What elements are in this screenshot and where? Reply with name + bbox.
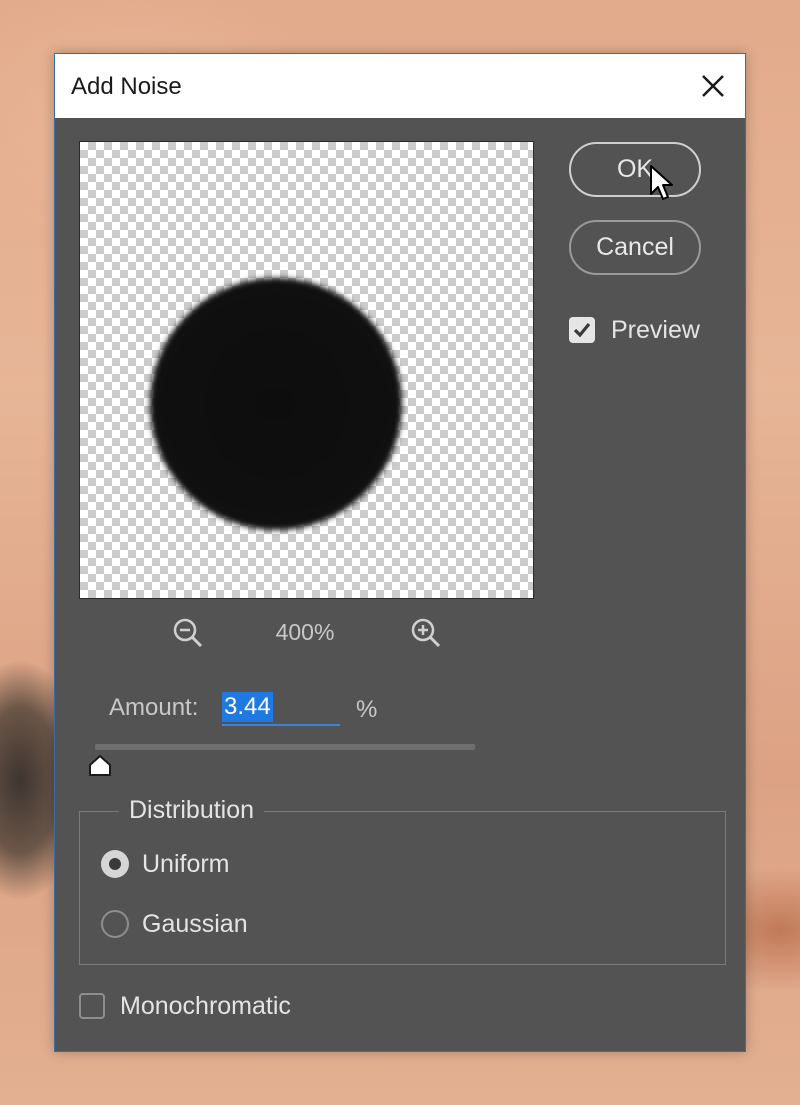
monochromatic-label: Monochromatic xyxy=(120,992,291,1020)
preview-label: Preview xyxy=(611,316,700,344)
gaussian-radio[interactable] xyxy=(101,910,129,938)
zoom-in-button[interactable] xyxy=(409,616,443,650)
ok-button[interactable]: OK xyxy=(569,142,701,197)
amount-unit: % xyxy=(356,696,378,723)
mouse-cursor-icon xyxy=(650,165,673,200)
distribution-legend: Distribution xyxy=(119,796,265,825)
close-icon xyxy=(702,75,724,97)
amount-label: Amount: xyxy=(109,694,199,721)
amount-value: 3.44 xyxy=(222,692,273,722)
checkmark-icon xyxy=(573,322,591,338)
close-button[interactable] xyxy=(693,66,733,106)
zoom-out-icon xyxy=(173,618,203,648)
amount-slider-track[interactable] xyxy=(95,744,475,750)
add-noise-dialog: Add Noise 400% OK Cancel Preview Amount:… xyxy=(54,53,746,1052)
zoom-out-button[interactable] xyxy=(171,616,205,650)
zoom-in-icon xyxy=(411,618,441,648)
monochromatic-checkbox[interactable] xyxy=(79,993,105,1019)
preview-checkbox[interactable] xyxy=(569,317,595,343)
uniform-label: Uniform xyxy=(142,850,230,878)
distribution-group xyxy=(79,811,726,965)
zoom-level: 400% xyxy=(275,619,335,645)
amount-slider-thumb[interactable] xyxy=(88,754,112,778)
preview-pane[interactable] xyxy=(79,141,534,599)
cancel-button[interactable]: Cancel xyxy=(569,220,701,275)
title-bar: Add Noise xyxy=(55,54,745,118)
dialog-title: Add Noise xyxy=(71,73,182,100)
uniform-radio[interactable] xyxy=(101,850,129,878)
preview-image xyxy=(150,278,402,530)
amount-input[interactable]: 3.44 xyxy=(222,690,340,726)
gaussian-label: Gaussian xyxy=(142,910,248,938)
